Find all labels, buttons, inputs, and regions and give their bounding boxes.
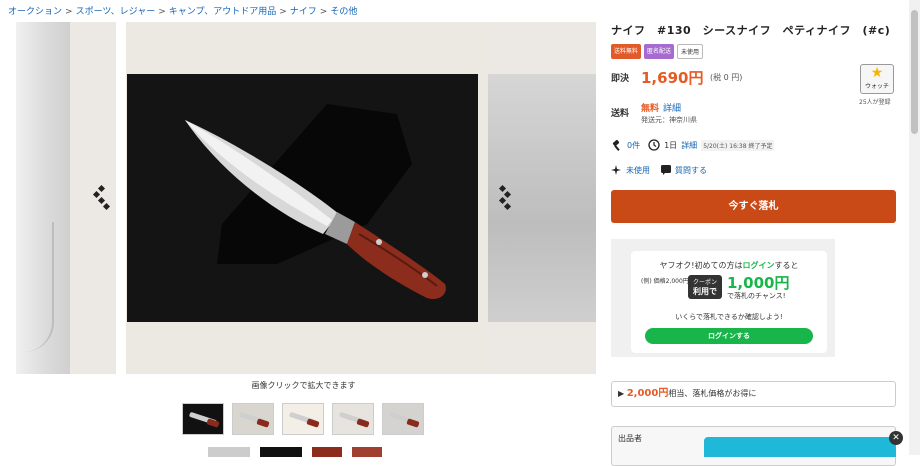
promo-amount: 1,000円 bbox=[727, 274, 790, 292]
floating-ad-banner[interactable] bbox=[704, 437, 896, 457]
shipping-label: 送料 bbox=[611, 109, 630, 119]
thumbnail[interactable] bbox=[260, 447, 302, 457]
ship-origin: 発送元：神奈川県 bbox=[641, 116, 697, 124]
prev-arrow-icon[interactable] bbox=[90, 184, 111, 212]
tax-note: (税 0 円) bbox=[710, 73, 743, 82]
shipping-value: 無料 詳細 bbox=[641, 101, 681, 114]
thumbnail[interactable] bbox=[382, 403, 424, 435]
breadcrumb-auction[interactable]: オークション bbox=[8, 7, 62, 17]
page-scrollbar[interactable] bbox=[909, 0, 920, 455]
item-info-panel: ナイフ #130 シースナイフ ペティナイフ (#c) 送料無料 匿名配送 未使… bbox=[611, 22, 901, 466]
time-left: 1日 bbox=[664, 140, 678, 150]
item-badges: 送料無料 匿名配送 未使用 bbox=[611, 44, 901, 59]
breadcrumb-camping[interactable]: キャンプ、アウトドア用品 bbox=[169, 7, 276, 17]
gallery-caption: 画像クリックで拡大できます bbox=[251, 381, 356, 390]
question-bubble-icon bbox=[661, 165, 671, 175]
deal-text: 相当、落札価格がお得に bbox=[668, 389, 757, 398]
watch-count: 25人が登録 bbox=[859, 99, 891, 106]
thumbnail[interactable] bbox=[232, 403, 274, 435]
sparkle-icon bbox=[611, 165, 621, 175]
caret-right-icon: ▶ bbox=[618, 389, 625, 398]
promo-check-text: いくらで落札できるか確認しよう! bbox=[675, 313, 783, 321]
shipping-row: 送料 無料 詳細 発送元：神奈川県 bbox=[611, 101, 697, 124]
price-value: 1,690円 bbox=[641, 69, 704, 87]
deal-amount: 2,000円 bbox=[626, 388, 669, 399]
clock-icon bbox=[648, 139, 660, 151]
star-icon: ★ bbox=[870, 65, 884, 81]
item-title: ナイフ #130 シースナイフ ペティナイフ (#c) bbox=[611, 24, 891, 37]
breadcrumb: オークション > スポーツ、レジャー > キャンプ、アウトドア用品 > ナイフ > その他 bbox=[8, 4, 357, 17]
next-arrow-icon[interactable] bbox=[496, 184, 516, 212]
condition-link-wrap: 未使用 bbox=[611, 164, 650, 176]
question-link-wrap: 質問する bbox=[660, 164, 707, 176]
action-links-row: 未使用 質問する bbox=[611, 164, 707, 176]
coupon-badge: クーポン 利用で bbox=[688, 275, 722, 299]
breadcrumb-separator: > bbox=[279, 7, 287, 17]
watch-label: ウォッチ bbox=[864, 83, 889, 90]
thumbnail[interactable] bbox=[332, 403, 374, 435]
promo-example-price: (例) 価格2,000円 bbox=[641, 278, 689, 285]
main-product-image[interactable] bbox=[126, 22, 489, 374]
free-shipping-badge: 送料無料 bbox=[611, 44, 642, 59]
unused-badge: 未使用 bbox=[677, 44, 704, 59]
login-button[interactable]: ログインする bbox=[645, 328, 813, 344]
thumbnail[interactable] bbox=[352, 447, 382, 457]
anonymous-shipping-badge: 匿名配送 bbox=[644, 44, 675, 59]
thumbnail[interactable] bbox=[208, 447, 250, 457]
deal-info-row[interactable]: ▶ 2,000円相当、落札価格がお得に bbox=[611, 381, 896, 407]
thumbnail[interactable] bbox=[182, 403, 224, 435]
promo-chance-text: で落札のチャンス! bbox=[727, 292, 786, 300]
buy-now-button[interactable]: 今すぐ落札 bbox=[611, 190, 896, 223]
shipping-free-text: 無料 bbox=[641, 104, 660, 114]
breadcrumb-sports[interactable]: スポーツ、レジャー bbox=[76, 7, 156, 17]
breadcrumb-separator: > bbox=[319, 7, 328, 17]
condition-link[interactable]: 未使用 bbox=[626, 165, 650, 176]
bids-time-row: 0件 1日 詳細 5/20(土) 16:38 終了予定 bbox=[611, 139, 775, 151]
gavel-icon bbox=[612, 139, 620, 151]
thumbnail[interactable] bbox=[282, 403, 324, 435]
seller-label: 出品者 bbox=[618, 434, 642, 443]
breadcrumb-knife[interactable]: ナイフ bbox=[290, 7, 317, 17]
breadcrumb-separator: > bbox=[158, 7, 166, 17]
bids-count-link[interactable]: 0件 bbox=[627, 140, 640, 151]
knife-photo[interactable] bbox=[127, 74, 478, 322]
shipping-detail-link[interactable]: 詳細 bbox=[663, 104, 681, 114]
promo-card: ヤフオク!初めての方はログインすると (例) 価格2,000円 クーポン 利用で… bbox=[631, 251, 827, 353]
promo-headline: ヤフオク!初めての方はログインすると bbox=[659, 261, 799, 270]
thumbnail[interactable] bbox=[312, 447, 342, 457]
thumbnail-strip bbox=[182, 403, 424, 437]
breadcrumb-other[interactable]: その他 bbox=[330, 7, 357, 17]
image-gallery bbox=[16, 22, 596, 374]
price-label: 即決 bbox=[611, 74, 630, 84]
scrollbar-thumb[interactable] bbox=[911, 10, 918, 134]
price-row: 即決 1,690円 (税 0 円) ★ ウォッチ 25人が登録 bbox=[611, 64, 901, 106]
thumbnail-strip-row2 bbox=[208, 447, 382, 457]
end-time: 5/20(土) 16:38 終了予定 bbox=[701, 139, 775, 151]
breadcrumb-separator: > bbox=[65, 7, 73, 17]
question-link[interactable]: 質問する bbox=[675, 165, 707, 176]
watch-button[interactable]: ★ ウォッチ bbox=[860, 64, 894, 94]
login-promo-banner: ヤフオク!初めての方はログインすると (例) 価格2,000円 クーポン 利用で… bbox=[611, 239, 835, 357]
close-icon[interactable]: ✕ bbox=[889, 431, 903, 445]
time-detail-link[interactable]: 詳細 bbox=[681, 140, 697, 151]
